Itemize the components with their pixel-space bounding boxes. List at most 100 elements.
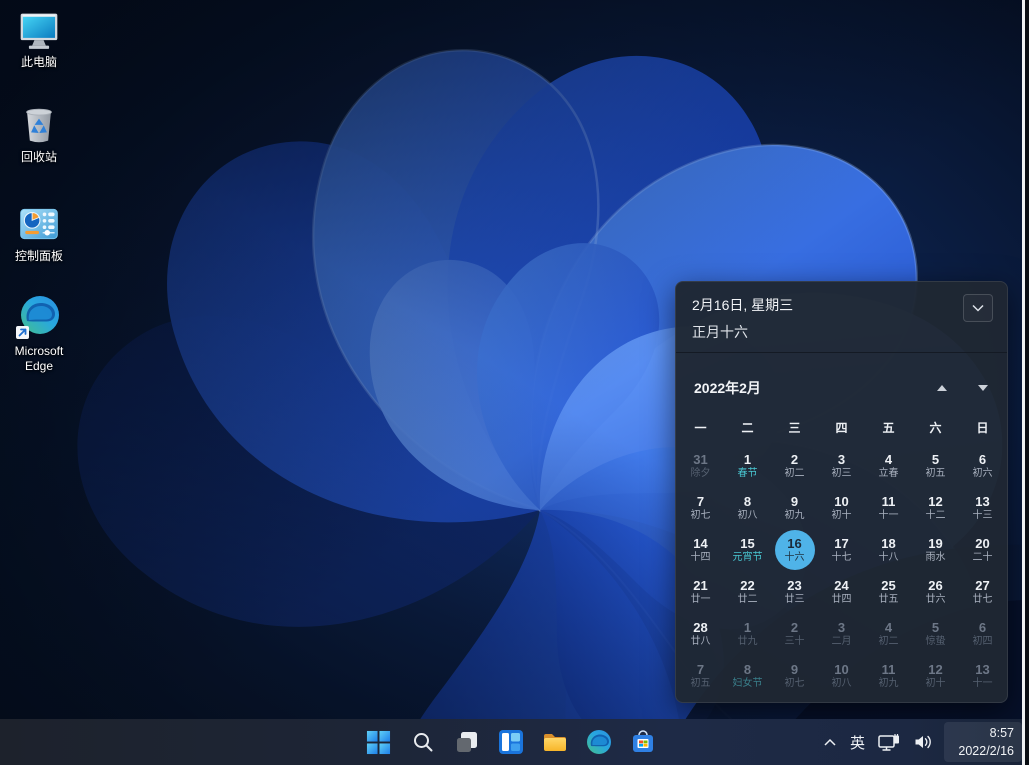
day-number: 11 [882, 663, 896, 676]
calendar-day[interactable]: 7初五 [677, 655, 724, 697]
start-button[interactable] [361, 724, 397, 760]
calendar-day[interactable]: 6初四 [959, 613, 1006, 655]
hidden-icons-button[interactable] [821, 724, 839, 760]
day-number: 8 [744, 663, 751, 676]
calendar-day[interactable]: 1廿九 [724, 613, 771, 655]
file-explorer-button[interactable] [537, 724, 573, 760]
day-lunar-label: 十六 [785, 553, 805, 563]
calendar-day[interactable]: 4初二 [865, 613, 912, 655]
calendar-day[interactable]: 13十三 [959, 487, 1006, 529]
calendar-day[interactable]: 12十二 [912, 487, 959, 529]
calendar-day[interactable]: 15元宵节 [724, 529, 771, 571]
day-lunar-label: 立春 [879, 469, 899, 479]
clock-tray-button[interactable]: 8:57 2022/2/16 [944, 722, 1022, 762]
calendar-date-text: 2月16日, 星期三 [692, 295, 991, 315]
calendar-day[interactable]: 10初八 [818, 655, 865, 697]
calendar-day[interactable]: 31除夕 [677, 445, 724, 487]
desktop-icon-recycle-bin[interactable]: 回收站 [2, 103, 76, 165]
calendar-day[interactable]: 28廿八 [677, 613, 724, 655]
calendar-day[interactable]: 6 初六 [959, 445, 1006, 487]
chevron-down-icon [978, 385, 988, 391]
day-lunar-label: 初九 [785, 511, 805, 521]
desktop-icon-control-panel[interactable]: 控制面板 [2, 202, 76, 264]
calendar-day[interactable]: 22廿二 [724, 571, 771, 613]
calendar-day[interactable]: 23廿三 [771, 571, 818, 613]
calendar-day[interactable]: 10初十 [818, 487, 865, 529]
calendar-day[interactable]: 20 二十 [959, 529, 1006, 571]
day-number: 19 [928, 537, 942, 550]
calendar-day-selected[interactable]: 16十六 [771, 529, 818, 571]
edge-button[interactable] [581, 724, 617, 760]
calendar-day[interactable]: 11十一 [865, 487, 912, 529]
day-number: 5 [932, 453, 939, 466]
system-tray: 英 8:57 2022/2/ [821, 719, 1022, 765]
day-number: 20 [975, 537, 989, 550]
search-icon [411, 730, 435, 754]
calendar-next-month-button[interactable] [968, 377, 998, 399]
widgets-button[interactable] [493, 724, 529, 760]
calendar-day[interactable]: 25廿五 [865, 571, 912, 613]
calendar-day[interactable]: 13十一 [959, 655, 1006, 697]
calendar-day[interactable]: 18十八 [865, 529, 912, 571]
calendar-day[interactable]: 3二月 [818, 613, 865, 655]
calendar-day[interactable]: 4立春 [865, 445, 912, 487]
desktop-icon-label: 此电脑 [2, 55, 76, 70]
screen-edge-white-line [1022, 0, 1025, 765]
speaker-icon [914, 734, 933, 750]
chevron-down-icon [971, 303, 985, 313]
day-number: 1 [744, 621, 751, 634]
volume-button[interactable] [912, 724, 935, 760]
this-pc-icon [17, 10, 61, 52]
search-button[interactable] [405, 724, 441, 760]
day-number: 7 [697, 495, 704, 508]
day-lunar-label: 十八 [879, 553, 899, 563]
day-number: 9 [791, 495, 798, 508]
day-lunar-label: 惊蛰 [926, 637, 946, 647]
day-number: 6 [979, 453, 986, 466]
calendar-day[interactable]: 19雨水 [912, 529, 959, 571]
day-number: 23 [787, 579, 801, 592]
calendar-day[interactable]: 8初八 [724, 487, 771, 529]
weekday-label: 三 [771, 419, 818, 436]
day-lunar-label: 初六 [973, 469, 993, 479]
desktop-icon-microsoft-edge[interactable]: Microsoft Edge [2, 293, 76, 374]
calendar-day[interactable]: 9 初九 [771, 487, 818, 529]
ime-indicator[interactable]: 英 [848, 724, 867, 760]
calendar-day[interactable]: 9初七 [771, 655, 818, 697]
calendar-day[interactable]: 11初九 [865, 655, 912, 697]
calendar-day[interactable]: 14十四 [677, 529, 724, 571]
calendar-day[interactable]: 3 初三 [818, 445, 865, 487]
day-number: 6 [979, 621, 986, 634]
day-lunar-label: 初五 [926, 469, 946, 479]
desktop-icon-this-pc[interactable]: 此电脑 [2, 10, 76, 70]
calendar-day[interactable]: 2初二 [771, 445, 818, 487]
day-lunar-label: 二十 [973, 553, 993, 563]
chevron-up-icon [937, 385, 947, 391]
calendar-day[interactable]: 26廿六 [912, 571, 959, 613]
task-view-button[interactable] [449, 724, 485, 760]
microsoft-store-button[interactable] [625, 724, 661, 760]
calendar-day[interactable]: 27廿七 [959, 571, 1006, 613]
start-icon [366, 730, 391, 755]
calendar-day[interactable]: 5 初五 [912, 445, 959, 487]
day-lunar-label: 初二 [879, 637, 899, 647]
network-button[interactable] [876, 724, 903, 760]
day-lunar-label: 初三 [832, 469, 852, 479]
day-lunar-label: 除夕 [691, 469, 711, 479]
calendar-month-label[interactable]: 2022年2月 [694, 378, 761, 398]
calendar-collapse-button[interactable] [963, 294, 993, 322]
calendar-day[interactable]: 12初十 [912, 655, 959, 697]
calendar-day[interactable]: 5惊蛰 [912, 613, 959, 655]
day-number: 3 [838, 453, 845, 466]
calendar-day[interactable]: 21廿一 [677, 571, 724, 613]
day-number: 11 [882, 495, 896, 508]
calendar-prev-month-button[interactable] [927, 377, 957, 399]
calendar-day[interactable]: 2三十 [771, 613, 818, 655]
calendar-day-grid: 31除夕1春节2初二3初三4立春5初五6初六7初七8初八9初九10初十11十一1… [676, 445, 1007, 697]
calendar-day[interactable]: 17十七 [818, 529, 865, 571]
calendar-day[interactable]: 7初七 [677, 487, 724, 529]
calendar-day[interactable]: 8妇女节 [724, 655, 771, 697]
calendar-day[interactable]: 1春节 [724, 445, 771, 487]
calendar-weekday-row: 一二三四五六日 [676, 419, 1007, 433]
calendar-day[interactable]: 24廿四 [818, 571, 865, 613]
